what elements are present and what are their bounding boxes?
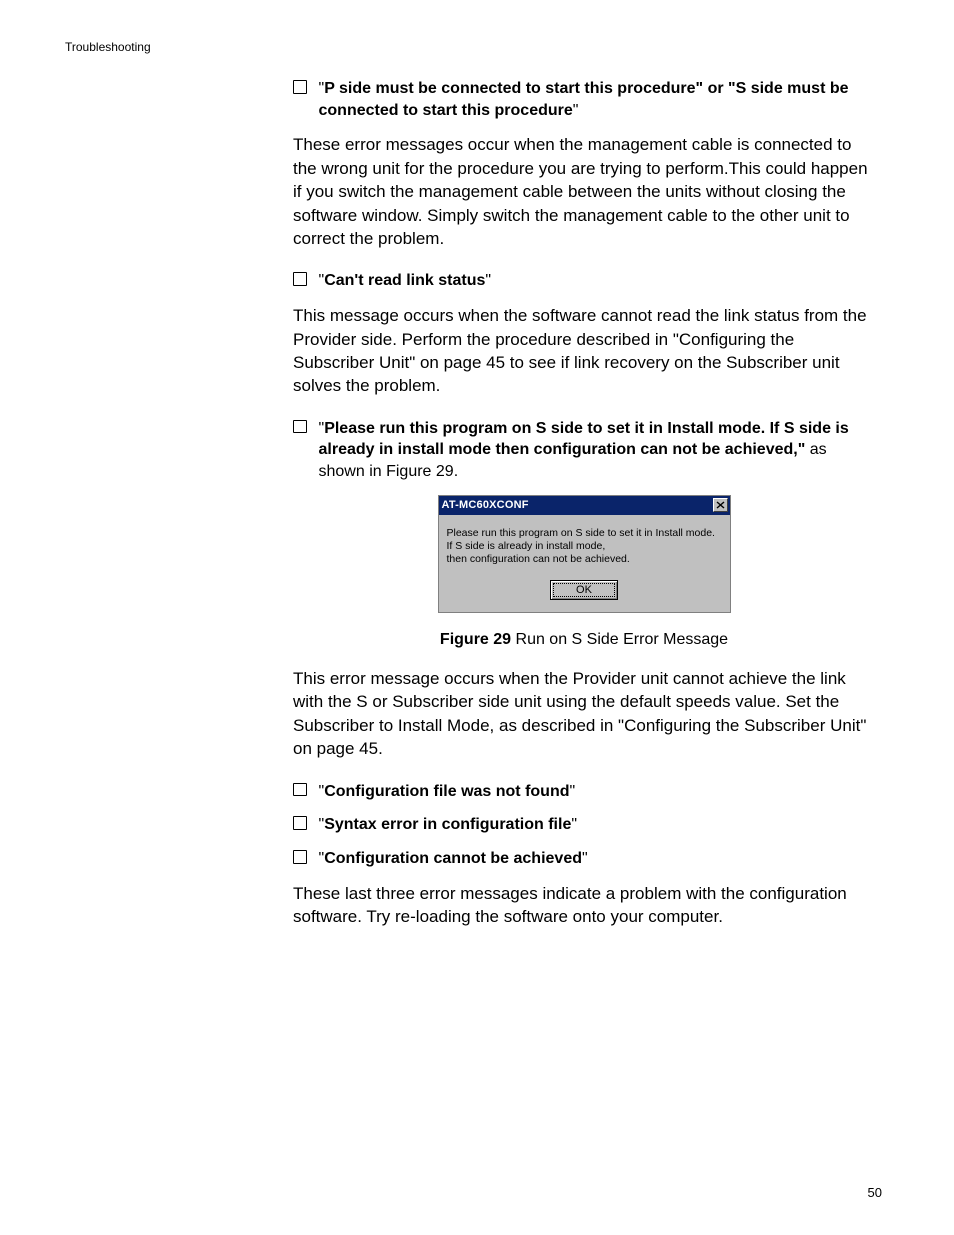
content-column: "P side must be connected to start this … [293, 78, 875, 949]
error-message-title: Configuration file was not found [324, 783, 569, 800]
bullet-text: "Configuration file was not found" [319, 781, 576, 803]
close-icon [716, 501, 725, 509]
page-number: 50 [868, 1185, 882, 1200]
figure-label: Figure 29 [440, 631, 511, 648]
body-paragraph: These last three error messages indicate… [293, 882, 875, 929]
bullet-text: "Can't read link status" [319, 270, 492, 292]
checkbox-bullet-icon [293, 420, 307, 434]
figure-container: AT-MC60XCONF Please run this program on … [293, 495, 875, 613]
dialog-button-row: OK [447, 580, 722, 600]
bullet-text: "Configuration cannot be achieved" [319, 848, 588, 870]
error-message-title: Please run this program on S side to set… [319, 420, 849, 459]
bullet-item: "Can't read link status" [293, 270, 875, 292]
bullet-item: "Syntax error in configuration file" [293, 814, 875, 836]
bullet-item: "Please run this program on S side to se… [293, 418, 875, 483]
checkbox-bullet-icon [293, 783, 307, 797]
quote-mark: " [582, 850, 588, 867]
document-page: { "header": { "section": "Troubleshootin… [0, 0, 954, 1235]
error-message-title: Can't read link status [324, 272, 485, 289]
dialog-titlebar: AT-MC60XCONF [439, 496, 730, 515]
quote-mark: " [573, 102, 579, 119]
checkbox-bullet-icon [293, 816, 307, 830]
bullet-text: "P side must be connected to start this … [319, 78, 876, 121]
body-paragraph: These error messages occur when the mana… [293, 133, 875, 250]
error-message-title: Configuration cannot be achieved [324, 850, 582, 867]
dialog-body: Please run this program on S side to set… [439, 515, 730, 612]
bullet-text: "Syntax error in configuration file" [319, 814, 578, 836]
dialog-message: Please run this program on S side to set… [447, 527, 722, 566]
body-paragraph: This error message occurs when the Provi… [293, 667, 875, 761]
bullet-item: "Configuration cannot be achieved" [293, 848, 875, 870]
close-button[interactable] [713, 498, 728, 512]
figure-caption-text: Run on S Side Error Message [511, 631, 728, 648]
quote-mark: " [485, 272, 491, 289]
bullet-item: "Configuration file was not found" [293, 781, 875, 803]
windows-dialog: AT-MC60XCONF Please run this program on … [438, 495, 731, 613]
figure-caption: Figure 29 Run on S Side Error Message [293, 631, 875, 649]
dialog-title-text: AT-MC60XCONF [442, 499, 529, 511]
bullet-text: "Please run this program on S side to se… [319, 418, 876, 483]
checkbox-bullet-icon [293, 80, 307, 94]
checkbox-bullet-icon [293, 850, 307, 864]
running-header: Troubleshooting [65, 40, 151, 54]
bullet-item: "P side must be connected to start this … [293, 78, 875, 121]
error-message-title: Syntax error in configuration file [324, 816, 571, 833]
quote-mark: " [571, 816, 577, 833]
checkbox-bullet-icon [293, 272, 307, 286]
quote-mark: " [570, 783, 576, 800]
error-message-title: P side must be connected to start this p… [319, 80, 849, 119]
ok-button[interactable]: OK [550, 580, 618, 600]
body-paragraph: This message occurs when the software ca… [293, 304, 875, 398]
